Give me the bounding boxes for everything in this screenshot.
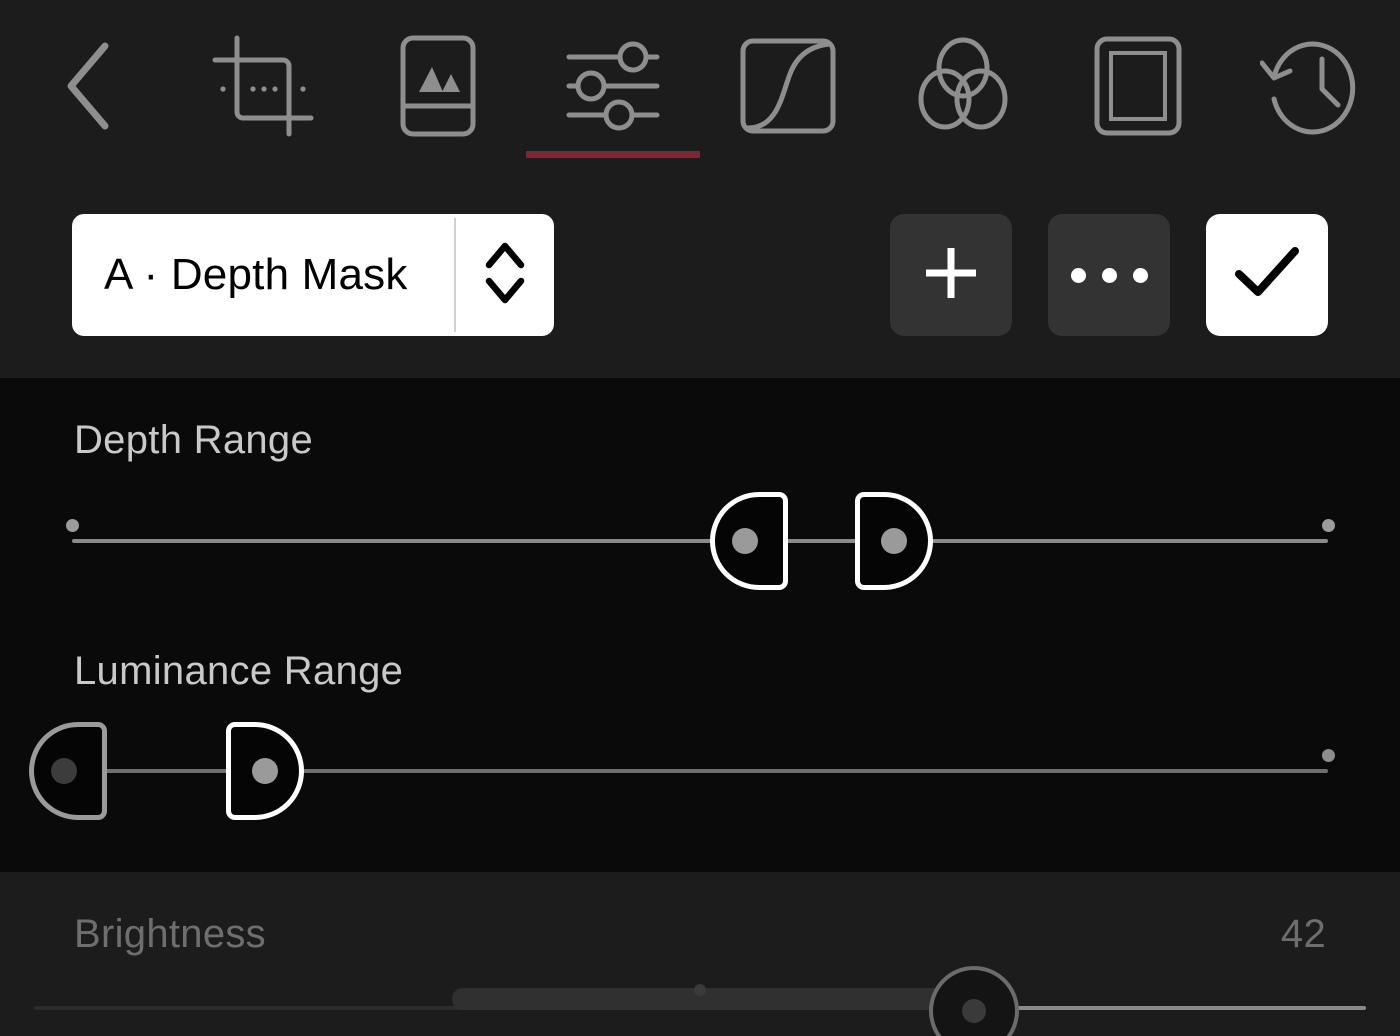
image-frame-icon xyxy=(383,31,493,141)
add-mask-button[interactable] xyxy=(890,214,1012,336)
history-icon xyxy=(1258,31,1368,141)
brightness-slider[interactable] xyxy=(0,966,1400,1036)
mask-header-bar: A · Depth Mask xyxy=(0,172,1400,378)
check-icon xyxy=(1231,242,1303,309)
brightness-center-tick xyxy=(694,984,706,996)
top-toolbar xyxy=(0,0,1400,172)
chevron-up-down-icon xyxy=(479,237,531,314)
depth-range-min-marker xyxy=(66,519,79,532)
adjustments-panel: Brightness 42 xyxy=(0,872,1400,1036)
mask-selector-label: A · Depth Mask xyxy=(104,250,408,299)
color-mix-icon xyxy=(908,31,1018,141)
toolbar-item-adjust[interactable] xyxy=(525,0,700,172)
border-icon xyxy=(1083,31,1193,141)
depth-range-start-handle[interactable] xyxy=(710,492,788,590)
handle-grip-dot xyxy=(881,528,907,554)
depth-range-max-marker xyxy=(1322,519,1335,532)
handle-grip-dot xyxy=(252,758,278,784)
depth-range-label: Depth Range xyxy=(74,418,314,462)
active-tab-indicator xyxy=(525,151,700,158)
toolbar-item-history[interactable] xyxy=(1225,0,1400,172)
toolbar-item-crop[interactable] xyxy=(175,0,350,172)
toolbar-item-curves[interactable] xyxy=(700,0,875,172)
brightness-label: Brightness xyxy=(74,912,266,956)
handle-grip-dot xyxy=(732,528,758,554)
brightness-knob[interactable] xyxy=(929,966,1019,1036)
knob-center-dot xyxy=(962,999,986,1023)
toolbar-item-color-mix[interactable] xyxy=(875,0,1050,172)
mask-stepper-button[interactable] xyxy=(456,214,554,336)
brightness-fill-indicator xyxy=(452,988,972,1010)
toolbar-item-back[interactable] xyxy=(0,0,175,172)
crop-icon xyxy=(208,31,318,141)
luminance-range-label: Luminance Range xyxy=(74,649,404,693)
confirm-mask-button[interactable] xyxy=(1206,214,1328,336)
ellipsis-icon xyxy=(1070,267,1148,283)
handle-grip-dot xyxy=(51,758,77,784)
mask-options-button[interactable] xyxy=(1048,214,1170,336)
mask-controls-panel: Depth Range Luminance Range xyxy=(0,378,1400,872)
mask-action-buttons xyxy=(890,214,1328,336)
depth-range-end-handle[interactable] xyxy=(855,492,933,590)
sliders-icon xyxy=(558,31,668,141)
toolbar-item-frame[interactable] xyxy=(350,0,525,172)
depth-range-slider[interactable] xyxy=(0,481,1400,601)
plus-icon xyxy=(920,242,982,309)
luminance-range-slider[interactable] xyxy=(0,711,1400,831)
toolbar-item-border[interactable] xyxy=(1050,0,1225,172)
mask-selector[interactable]: A · Depth Mask xyxy=(72,214,554,336)
photo-editor-screen: A · Depth Mask Depth Range Luminance Ran… xyxy=(0,0,1400,1036)
luminance-range-max-marker xyxy=(1322,749,1335,762)
curves-icon xyxy=(733,31,843,141)
brightness-value: 42 xyxy=(1280,912,1326,956)
depth-range-track[interactable] xyxy=(72,539,1328,543)
chevron-left-icon xyxy=(33,31,143,141)
luminance-range-start-handle[interactable] xyxy=(29,722,107,820)
luminance-range-end-handle[interactable] xyxy=(226,722,304,820)
